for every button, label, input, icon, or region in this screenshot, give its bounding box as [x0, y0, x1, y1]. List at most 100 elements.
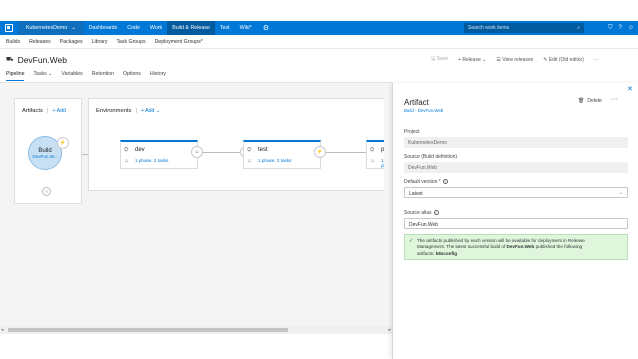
top-navigation-bar: KubernetesDemo ⌄ Dashboards Code Work Bu…	[0, 21, 638, 35]
top-right-icons: ⛉ ? ☺	[608, 21, 634, 35]
info-line-3-bold: k8sconfig	[435, 250, 458, 256]
page-title[interactable]: DevFun.Web	[18, 55, 67, 65]
close-icon[interactable]: ✕	[627, 85, 633, 93]
tab-options[interactable]: Options	[123, 71, 141, 81]
environment-name: test	[258, 147, 268, 153]
approvers-icon[interactable]: ☺	[370, 158, 375, 164]
user-avatar-icon[interactable]: ☺	[628, 25, 634, 31]
tab-history[interactable]: History	[150, 71, 166, 81]
info-icon[interactable]: i	[442, 179, 448, 184]
settings-gear-icon[interactable]: ⚙	[257, 21, 275, 35]
environments-header: Environments | + Add ⌄	[96, 108, 160, 114]
search-input[interactable]: Search work items ⌕	[464, 23, 584, 33]
nav-wiki[interactable]: Wiki*	[235, 21, 257, 35]
edit-old-editor-button[interactable]: ✎ Edit (Old editor)	[543, 57, 584, 63]
chevron-down-icon: ⌄	[71, 25, 76, 31]
panel-more-button[interactable]: ···	[611, 96, 618, 103]
panel-title: Artifact	[404, 98, 429, 107]
horizontal-scrollbar[interactable]: ◂ ▸	[0, 326, 392, 334]
artifacts-panel: Artifacts | + Add Build DevFun.W... ⚡ ◷	[14, 98, 82, 204]
hub-builds[interactable]: Builds	[6, 39, 20, 45]
project-label: Project	[404, 129, 420, 135]
approvers-icon[interactable]: ☺	[124, 158, 129, 164]
scrollbar-thumb[interactable]	[8, 328, 288, 332]
schedule-icon[interactable]: ◷	[42, 187, 51, 196]
check-circle-icon: ✓	[409, 238, 414, 244]
tab-variables[interactable]: Variables	[62, 71, 83, 81]
vsts-logo-icon[interactable]	[0, 21, 18, 35]
scroll-left-icon[interactable]: ◂	[1, 327, 4, 333]
default-version-select[interactable]: Latest ⌄	[404, 187, 628, 198]
environment-card-test[interactable]: ⛭ test ☺ 1 phase, 2 tasks	[243, 140, 321, 169]
tab-retention[interactable]: Retention	[92, 71, 114, 81]
environment-card-dev[interactable]: ⛭ dev ☺ 1 phase, 2 tasks	[120, 140, 198, 169]
edit-label: Edit (Old editor)	[548, 57, 584, 63]
chevron-down-icon: ⌄	[618, 190, 623, 196]
more-actions-button[interactable]: ···	[594, 57, 599, 63]
default-version-label-row: Default version * i	[404, 179, 448, 185]
add-artifact-button[interactable]: + Add	[52, 108, 65, 114]
help-icon[interactable]: ?	[619, 25, 622, 31]
release-definition-icon: ⛟	[6, 57, 14, 63]
hub-library[interactable]: Library	[92, 39, 108, 45]
info-icon[interactable]: i	[433, 210, 439, 215]
tab-tasks-label: Tasks	[33, 71, 47, 77]
artifact-info-message: ✓ The artifacts published by each versio…	[404, 234, 628, 260]
pipeline-canvas: Artifacts | + Add Build DevFun.W... ⚡ ◷ …	[0, 83, 392, 326]
hub-packages[interactable]: Packages	[60, 39, 83, 45]
environments-heading: Environments	[96, 108, 132, 114]
search-icon[interactable]: ⌕	[577, 25, 580, 31]
save-label: Save	[436, 56, 449, 62]
tab-pipeline[interactable]: Pipeline	[6, 71, 25, 81]
source-alias-label-row: Source alias i	[404, 210, 439, 216]
delete-artifact-button[interactable]: 🗑 Delete	[578, 98, 602, 104]
definition-title-row: ⛟ DevFun.Web	[6, 55, 67, 65]
nav-test[interactable]: Test	[215, 21, 235, 35]
nav-build-release[interactable]: Build & Release	[167, 21, 215, 35]
environment-icon: ⛭	[247, 147, 252, 153]
source-alias-input[interactable]: DevFun.Web	[404, 218, 628, 229]
artifact-details-panel: ✕ Artifact Build - DevFun.Web 🗑 Delete ·…	[392, 83, 638, 359]
artifacts-heading: Artifacts	[22, 108, 43, 114]
panel-breadcrumb[interactable]: Build - DevFun.Web	[404, 108, 443, 113]
project-selector[interactable]: KubernetesDemo ⌄	[18, 21, 84, 35]
scroll-right-icon[interactable]: ▸	[388, 327, 391, 333]
view-releases-button[interactable]: ☰ View releases	[496, 57, 533, 63]
environment-summary[interactable]: 1 phase, 2 tasks	[135, 158, 168, 163]
project-name: KubernetesDemo	[26, 25, 68, 31]
tab-tasks[interactable]: Tasks ⌄	[33, 71, 52, 81]
release-label: Release	[462, 57, 481, 63]
hub-deployment-groups[interactable]: Deployment Groups*	[155, 39, 203, 45]
delete-label: Delete	[587, 98, 602, 104]
source-field: DevFun.Web	[404, 162, 628, 173]
source-label: Source (Build definition)	[404, 154, 458, 160]
nav-dashboards[interactable]: Dashboards	[84, 21, 123, 35]
hub-task-groups[interactable]: Task Groups	[116, 39, 145, 45]
post-deployment-conditions-icon[interactable]: ⚡	[314, 146, 326, 158]
default-version-label: Default version *	[404, 179, 441, 185]
save-button[interactable]: 🖫 Save	[431, 56, 448, 64]
continuous-deployment-trigger-icon[interactable]: ⚡	[57, 137, 69, 149]
artifacts-divider: |	[46, 108, 49, 114]
release-button[interactable]: + Release ⌄	[458, 57, 486, 63]
search-placeholder: Search work items	[468, 25, 510, 31]
definition-tabs: Pipeline Tasks ⌄ Variables Retention Opt…	[6, 71, 166, 81]
environment-name: dev	[135, 147, 145, 153]
info-line-3: artifacts: k8sconfig	[417, 251, 623, 257]
add-environment-button[interactable]: + Add ⌄	[141, 108, 160, 114]
hub-navigation: Builds Releases Packages Library Task Gr…	[0, 36, 638, 49]
artifacts-header: Artifacts | + Add	[22, 108, 66, 114]
approvers-icon[interactable]: ☺	[247, 158, 252, 164]
nav-code[interactable]: Code	[122, 21, 145, 35]
hub-releases[interactable]: Releases	[29, 39, 51, 45]
info-line-2-bold: DevFun.Web	[506, 244, 535, 250]
default-version-value: Latest	[409, 191, 423, 197]
nav-work[interactable]: Work	[145, 21, 167, 35]
environment-summary[interactable]: 1 phase, 2 tasks	[258, 158, 291, 163]
vertical-scrollbar[interactable]	[384, 83, 392, 334]
view-releases-label: View releases	[502, 57, 534, 63]
post-deployment-conditions-icon[interactable]: ☺	[191, 146, 203, 158]
dev-to-test-connector	[203, 152, 241, 153]
marketplace-icon[interactable]: ⛉	[608, 25, 613, 32]
test-to-prod-connector	[326, 152, 366, 153]
